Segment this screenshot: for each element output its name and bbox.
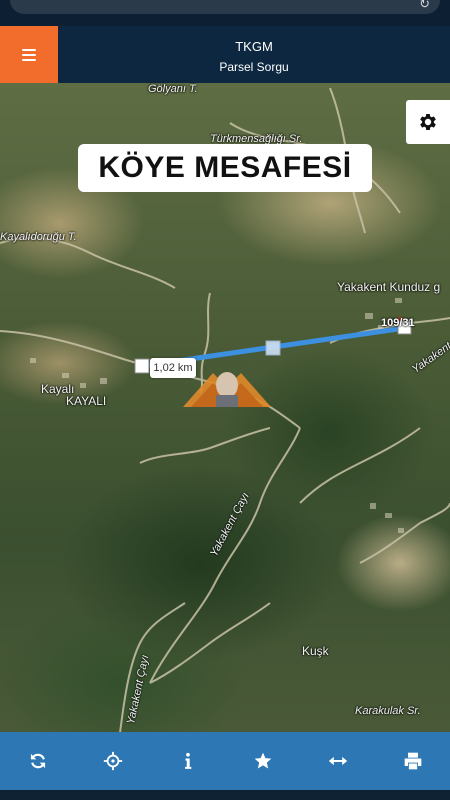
parcel-number-label: 109/31 xyxy=(381,317,415,329)
favorite-button[interactable] xyxy=(225,732,300,790)
system-bar xyxy=(0,790,450,800)
satellite-map[interactable]: Gölyanı T. Türkmensağlığı Sr. Kayalıdoru… xyxy=(0,83,450,732)
place-label-kusk: Kuşk xyxy=(302,644,329,658)
browser-url-bar: ↻ xyxy=(0,0,450,26)
refresh-icon xyxy=(30,753,45,769)
watermark-logo xyxy=(183,372,271,407)
info-icon xyxy=(184,752,191,769)
locate-button[interactable] xyxy=(75,732,150,790)
place-label-yakakent-kunduz: Yakakent Kunduz g xyxy=(337,280,441,294)
place-label-karakulak: Karakulak Sr. xyxy=(355,705,421,717)
place-label-golyani: Gölyanı T. xyxy=(148,83,198,95)
info-button[interactable] xyxy=(150,732,225,790)
place-label-kayalidorugu: Kayalıdoruğu T. xyxy=(0,231,77,243)
menu-button[interactable] xyxy=(0,26,58,83)
horizontal-arrows-icon xyxy=(328,756,347,766)
measure-button[interactable] xyxy=(300,732,375,790)
printer-icon xyxy=(404,752,421,770)
bottom-toolbar xyxy=(0,732,450,790)
hamburger-icon xyxy=(22,48,36,61)
gear-icon xyxy=(420,114,436,130)
distance-banner: KÖYE MESAFESİ xyxy=(78,144,372,192)
url-pill[interactable]: ↻ xyxy=(10,0,440,14)
app-header: TKGM Parsel Sorgu xyxy=(0,26,450,83)
refresh-button[interactable] xyxy=(0,732,75,790)
settings-button[interactable] xyxy=(406,100,450,144)
app-title: TKGM xyxy=(235,39,273,54)
print-button[interactable] xyxy=(375,732,450,790)
app-subtitle: Parsel Sorgu xyxy=(219,60,289,74)
crosshair-icon xyxy=(103,751,122,771)
reload-icon[interactable]: ↻ xyxy=(419,0,430,12)
place-label-kayali-upper: KAYALI xyxy=(66,394,107,408)
star-icon xyxy=(254,752,271,769)
